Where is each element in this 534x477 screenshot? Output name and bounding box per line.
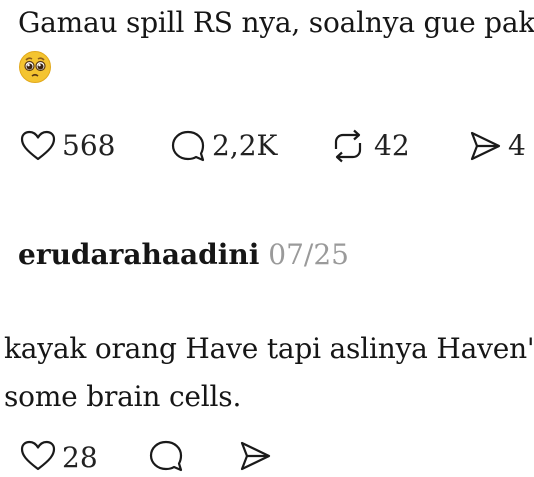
share-count: 4 [508, 129, 526, 162]
send-icon [238, 439, 272, 477]
post-header: erudarahaadini 07/25 [18, 238, 349, 272]
like-count: 28 [62, 441, 98, 474]
post-date: 07/25 [268, 238, 349, 271]
repost-count: 42 [374, 129, 410, 162]
share-button[interactable] [238, 440, 272, 476]
share-button[interactable]: 4 [468, 128, 526, 164]
heart-icon [20, 440, 56, 476]
like-button[interactable]: 28 [20, 440, 98, 476]
pleading-face-emoji-icon [18, 50, 52, 84]
repost-button[interactable]: 42 [328, 128, 410, 164]
like-count: 568 [62, 129, 116, 162]
reply-button[interactable]: 2,2K [170, 128, 277, 164]
post-text-line-1: kayak orang Have tapi aslinya Haven't [4, 332, 534, 365]
post-text-line-2: some brain cells. [4, 380, 242, 413]
comment-bubble-icon [148, 439, 184, 477]
reply-count: 2,2K [212, 129, 278, 162]
like-button[interactable]: 568 [20, 128, 115, 164]
send-icon [468, 129, 502, 163]
repost-icon [328, 129, 368, 163]
reply-button[interactable] [148, 440, 184, 476]
post-text: Gamau spill RS nya, soalnya gue pak [18, 6, 534, 39]
username[interactable]: erudarahaadini [18, 238, 259, 271]
heart-icon [20, 130, 56, 162]
comment-bubble-icon [170, 129, 206, 163]
